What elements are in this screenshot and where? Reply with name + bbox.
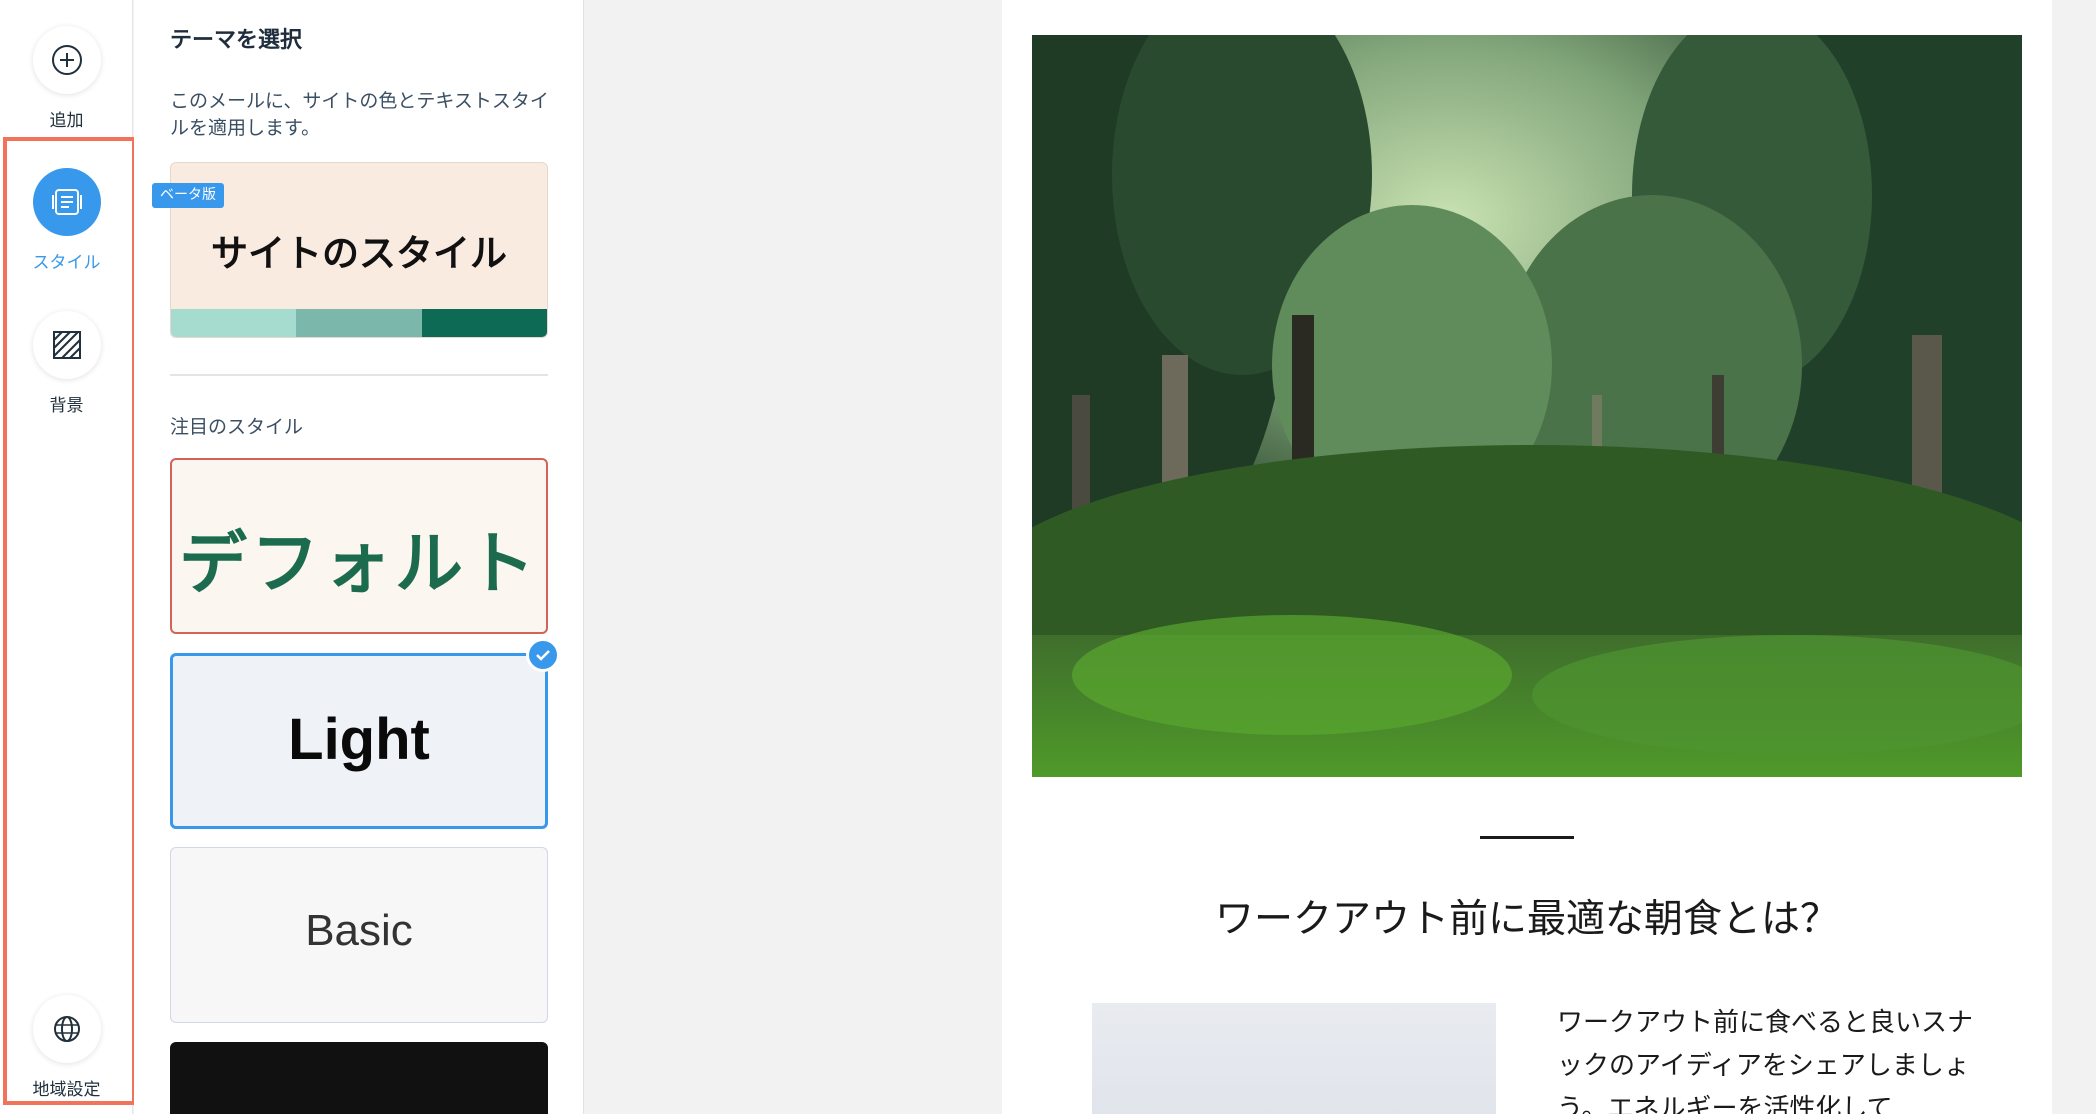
style-icon	[51, 189, 82, 215]
featured-styles-label: 注目のスタイル	[170, 416, 304, 438]
background-button[interactable]: 背景	[0, 311, 133, 416]
globe-icon	[53, 1016, 80, 1042]
divider	[170, 374, 548, 376]
site-style-name: サイトのスタイル	[211, 232, 507, 275]
style-label: スタイル	[32, 253, 101, 273]
site-style-card[interactable]: サイトのスタイル	[170, 162, 548, 338]
add-label: 追加	[49, 111, 84, 131]
theme-card-basic[interactable]: Basic	[170, 847, 548, 1023]
left-rail: 追加 スタイル 背景 地域設定	[0, 0, 133, 1114]
add-button[interactable]: 追加	[0, 26, 133, 131]
theme-name-default: デフォルト	[178, 525, 539, 604]
add-circle[interactable]	[32, 26, 101, 94]
background-circle[interactable]	[32, 311, 101, 379]
email-headline[interactable]: ワークアウト前に最適な朝食とは？	[1002, 888, 2052, 944]
locale-settings-button[interactable]: 地域設定	[0, 995, 133, 1100]
theme-name-basic: Basic	[305, 906, 413, 955]
theme-card-default[interactable]: デフォルト	[170, 458, 548, 634]
hatched-square-icon	[52, 331, 81, 359]
article-thumbnail[interactable]	[1092, 1003, 1496, 1114]
background-label: 背景	[49, 396, 84, 416]
headline-rule	[1480, 836, 1574, 839]
email-body-text[interactable]: ワークアウト前に食べると良いスナックのアイディアをシェアしましょう。エネルギーを…	[1557, 1002, 1982, 1114]
palette-swatch-1	[171, 309, 297, 337]
email-preview: ワークアウト前に最適な朝食とは？ ワークアウト前に食べると良いスナックのアイディ…	[1002, 0, 2052, 1114]
canvas-right-margin	[2052, 0, 2096, 1114]
locale-label: 地域設定	[32, 1080, 101, 1100]
panel-title: テーマを選択	[170, 28, 303, 53]
forest-image	[1032, 35, 2022, 777]
palette-swatch-3	[421, 309, 547, 337]
locale-circle[interactable]	[32, 995, 101, 1063]
hero-image[interactable]	[1032, 35, 2022, 777]
theme-card-light[interactable]: Light	[170, 653, 548, 829]
color-palette	[171, 309, 547, 337]
palette-swatch-2	[296, 309, 422, 337]
selected-check-icon	[526, 638, 560, 672]
plus-circle-icon	[51, 45, 82, 75]
theme-panel: テーマを選択 このメールに、サイトの色とテキストスタイルを適用します。 ベータ版…	[134, 0, 584, 1114]
style-button[interactable]: スタイル	[0, 168, 133, 273]
style-circle[interactable]	[32, 168, 101, 236]
theme-name-light: Light	[288, 707, 430, 772]
beta-badge: ベータ版	[152, 183, 224, 208]
checkmark-icon	[536, 650, 550, 661]
panel-description: このメールに、サイトの色とテキストスタイルを適用します。	[170, 90, 549, 139]
theme-card-dark[interactable]	[170, 1042, 548, 1114]
